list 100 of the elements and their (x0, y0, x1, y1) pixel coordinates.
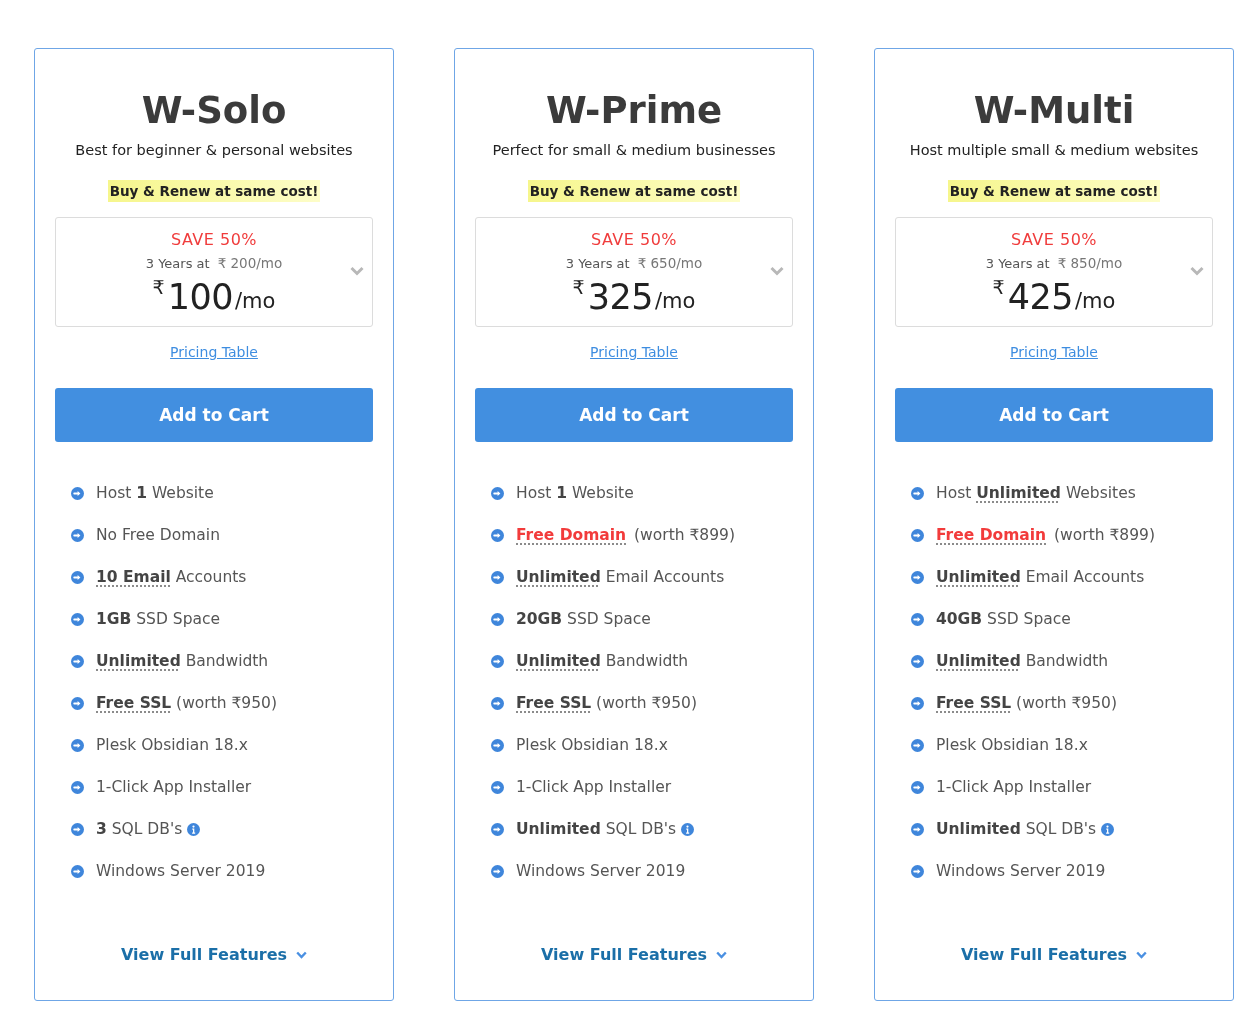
current-price: ₹325/mo (572, 276, 696, 318)
offer-highlight: Buy & Renew at same cost! (107, 180, 321, 202)
arrow-circle-icon (911, 570, 924, 584)
pricing-table-link[interactable]: Pricing Table (1010, 342, 1098, 362)
feature-text: Host 1 Website (96, 483, 214, 503)
feature-text: Host Unlimited Websites (936, 483, 1136, 503)
feature-text: Unlimited SQL DB's (516, 819, 677, 839)
arrow-circle-icon (491, 486, 504, 500)
add-to-cart-button[interactable]: Add to Cart (475, 388, 793, 442)
old-price: ₹ 200/mo (217, 254, 283, 273)
chevron-down-icon[interactable] (350, 266, 364, 276)
arrow-circle-icon (491, 780, 504, 794)
feature-text: 1-Click App Installer (96, 777, 252, 797)
arrow-circle-icon (491, 612, 504, 626)
pricing-table-link[interactable]: Pricing Table (170, 342, 258, 362)
plan-description: Host multiple small & medium websites (909, 141, 1199, 160)
feature-text: Windows Server 2019 (936, 861, 1106, 881)
feature-text: Free SSL (worth ₹950) (96, 693, 277, 713)
price-selector[interactable]: SAVE 50% 3 Years at ₹ 200/mo ₹100/mo (55, 217, 373, 327)
arrow-circle-icon (71, 780, 84, 794)
plan-description: Best for beginner & personal websites (75, 141, 353, 160)
chevron-down-icon[interactable] (1190, 266, 1204, 276)
plan-title: W-Solo (141, 88, 287, 134)
price-selector[interactable]: SAVE 50% 3 Years at ₹ 850/mo ₹425/mo (895, 217, 1213, 327)
view-features-button[interactable]: View Full Features (120, 943, 308, 967)
arrow-circle-icon (491, 738, 504, 752)
feature-text: 40GB SSD Space (936, 609, 1071, 629)
plan-title: W-Prime (545, 88, 723, 134)
arrow-circle-icon (491, 822, 504, 836)
add-to-cart-button[interactable]: Add to Cart (55, 388, 373, 442)
arrow-circle-icon (71, 696, 84, 710)
feature-text: Unlimited Bandwidth (96, 651, 269, 671)
arrow-circle-icon (911, 528, 924, 542)
arrow-circle-icon (911, 738, 924, 752)
info-icon[interactable] (681, 822, 695, 836)
arrow-circle-icon (491, 864, 504, 878)
arrow-circle-icon (911, 780, 924, 794)
chevron-down-icon (1136, 951, 1148, 959)
feature-text: Unlimited Email Accounts (516, 567, 725, 587)
feature-text: Unlimited Bandwidth (936, 651, 1109, 671)
feature-text: Host 1 Website (516, 483, 634, 503)
feature-text: Free SSL (worth ₹950) (516, 693, 697, 713)
feature-text: Windows Server 2019 (96, 861, 266, 881)
feature-text: Free Domain (worth ₹899) (936, 525, 1155, 545)
arrow-circle-icon (911, 654, 924, 668)
feature-text: Plesk Obsidian 18.x (96, 735, 248, 755)
term-label: 3 Years at (145, 255, 210, 273)
feature-text: 1-Click App Installer (516, 777, 672, 797)
arrow-circle-icon (71, 612, 84, 626)
arrow-circle-icon (71, 822, 84, 836)
feature-text: No Free Domain (96, 525, 220, 545)
arrow-circle-icon (911, 822, 924, 836)
feature-text: Free Domain (worth ₹899) (516, 525, 735, 545)
arrow-circle-icon (71, 654, 84, 668)
pricing-table-link[interactable]: Pricing Table (590, 342, 678, 362)
feature-text: Plesk Obsidian 18.x (936, 735, 1088, 755)
feature-text: 10 Email Accounts (96, 567, 247, 587)
arrow-circle-icon (491, 654, 504, 668)
add-to-cart-button[interactable]: Add to Cart (895, 388, 1213, 442)
old-price: ₹ 850/mo (1057, 254, 1123, 273)
feature-text: Windows Server 2019 (516, 861, 686, 881)
view-features-button[interactable]: View Full Features (540, 943, 728, 967)
arrow-circle-icon (71, 486, 84, 500)
plan-description: Perfect for small & medium businesses (492, 141, 776, 160)
feature-text: 1-Click App Installer (936, 777, 1092, 797)
info-icon[interactable] (187, 822, 201, 836)
arrow-circle-icon (911, 696, 924, 710)
info-icon[interactable] (1101, 822, 1115, 836)
price-selector[interactable]: SAVE 50% 3 Years at ₹ 650/mo ₹325/mo (475, 217, 793, 327)
current-price: ₹425/mo (992, 276, 1116, 318)
feature-text: Unlimited SQL DB's (936, 819, 1097, 839)
current-price: ₹100/mo (152, 276, 276, 318)
feature-text: 20GB SSD Space (516, 609, 651, 629)
discount-label: SAVE 50% (170, 230, 258, 250)
arrow-circle-icon (491, 528, 504, 542)
arrow-circle-icon (911, 864, 924, 878)
term-label: 3 Years at (985, 255, 1050, 273)
chevron-down-icon[interactable] (770, 266, 784, 276)
arrow-circle-icon (71, 528, 84, 542)
discount-label: SAVE 50% (590, 230, 678, 250)
feature-text: Unlimited Email Accounts (936, 567, 1145, 587)
chevron-down-icon (716, 951, 728, 959)
feature-text: Plesk Obsidian 18.x (516, 735, 668, 755)
arrow-circle-icon (71, 738, 84, 752)
feature-text: Unlimited Bandwidth (516, 651, 689, 671)
offer-highlight: Buy & Renew at same cost! (947, 180, 1161, 202)
arrow-circle-icon (911, 486, 924, 500)
feature-text: 3 SQL DB's (96, 819, 183, 839)
arrow-circle-icon (911, 612, 924, 626)
discount-label: SAVE 50% (1010, 230, 1098, 250)
feature-text: Free SSL (worth ₹950) (936, 693, 1117, 713)
arrow-circle-icon (491, 696, 504, 710)
offer-highlight: Buy & Renew at same cost! (527, 180, 741, 202)
term-label: 3 Years at (565, 255, 630, 273)
old-price: ₹ 650/mo (637, 254, 703, 273)
arrow-circle-icon (491, 570, 504, 584)
view-features-button[interactable]: View Full Features (960, 943, 1148, 967)
arrow-circle-icon (71, 570, 84, 584)
plan-title: W-Multi (973, 88, 1135, 134)
feature-text: 1GB SSD Space (96, 609, 221, 629)
